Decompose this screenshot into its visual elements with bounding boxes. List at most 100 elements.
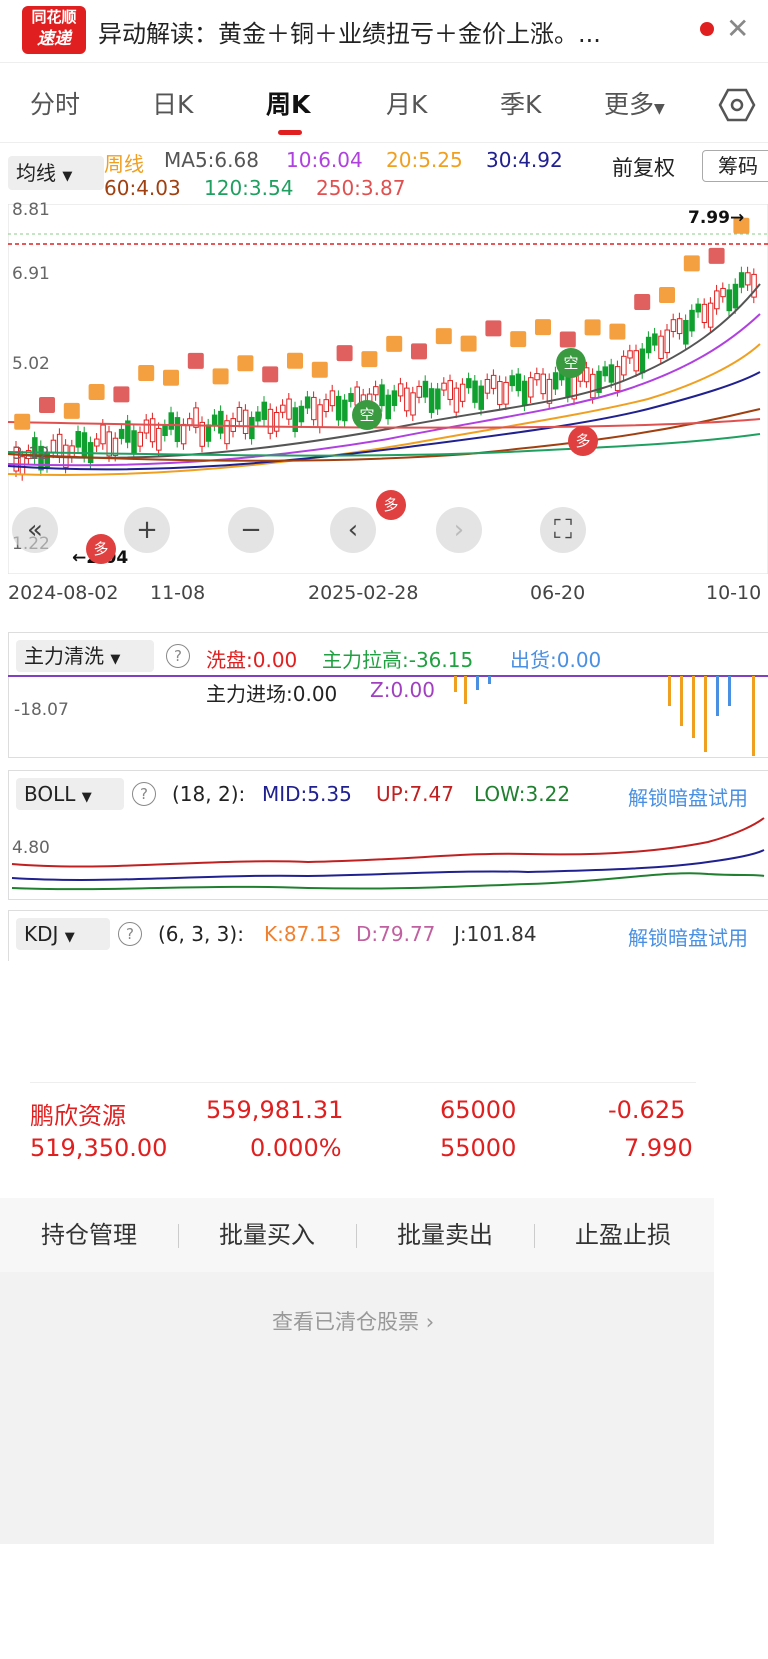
zoom-in-button[interactable]: + (124, 507, 170, 553)
notice-title[interactable]: 异动解读：黄金＋铜＋业绩扭亏＋金价上涨。... (98, 14, 601, 49)
batch-sell-button[interactable]: 批量卖出 (356, 1198, 534, 1272)
signal-tag (708, 247, 725, 264)
help-icon[interactable]: ? (132, 782, 156, 806)
tab-monthly-k[interactable]: 月K (386, 68, 427, 142)
manage-holdings-button[interactable]: 持仓管理 (0, 1198, 178, 1272)
candle (714, 290, 720, 310)
candle (583, 367, 590, 383)
help-icon[interactable]: ? (118, 922, 142, 946)
signal-tag (609, 323, 626, 340)
signal-tag (460, 335, 477, 352)
signal-tag (411, 343, 427, 360)
kline-chart[interactable]: 8.81 6.91 5.02 3.12 1.22 7.99→ ←2.04 多 多… (8, 200, 768, 574)
candle (552, 372, 559, 390)
candle (311, 396, 317, 421)
forward-adjust-toggle[interactable]: 前复权 (612, 152, 675, 182)
kdj-selector[interactable]: KDJ ▼ (16, 918, 110, 950)
market-value: 559,981.31 (206, 1096, 344, 1124)
batch-buy-button[interactable]: 批量买入 (178, 1198, 356, 1272)
unread-dot-icon (700, 22, 714, 36)
period-tabs: 分时 日K 周K 月K 季K 更多▼ (0, 68, 768, 143)
scroll-left-fast-button[interactable]: « (12, 507, 58, 553)
caret-down-icon: ▼ (654, 101, 665, 117)
candle (695, 303, 701, 313)
chip-distribution-button[interactable]: 筹码 (702, 150, 768, 182)
y-axis-label: 5.02 (12, 354, 50, 374)
candle (726, 289, 732, 312)
settings-hexagon-icon[interactable] (718, 86, 756, 124)
unlock-trial-link[interactable]: 解锁暗盘试用 (628, 782, 748, 811)
signal-tag (88, 384, 105, 401)
signal-tag (138, 365, 155, 382)
candle (652, 333, 658, 346)
candle (490, 374, 497, 389)
scroll-left-button[interactable]: ‹ (330, 507, 376, 553)
help-icon[interactable]: ? (166, 644, 190, 668)
candle (286, 398, 292, 420)
ma-value: 250:3.87 (316, 176, 406, 200)
tab-quarterly-k[interactable]: 季K (500, 68, 541, 142)
pull-value: 主力拉高:-36.15 (322, 648, 474, 672)
kdj-params: (6, 3, 3): (158, 922, 244, 946)
holding-qty: 65000 (440, 1096, 517, 1124)
signal-tag (237, 355, 254, 372)
candle (385, 394, 391, 420)
candle (707, 302, 714, 328)
candle (323, 399, 329, 413)
tonghuashun-logo: 同花顺 速递 (22, 6, 86, 54)
signal-tag (63, 402, 80, 419)
candle (614, 366, 621, 392)
candle (397, 383, 404, 397)
tab-intraday[interactable]: 分时 (30, 68, 80, 142)
main-force-selector[interactable]: 主力清洗 ▼ (16, 640, 154, 672)
ma-value: 30:4.92 (486, 148, 563, 172)
tab-more[interactable]: 更多▼ (604, 68, 665, 142)
candle (509, 375, 515, 387)
fullscreen-button[interactable]: ⛶ (540, 507, 586, 553)
candle (404, 387, 410, 412)
news-notification-bar[interactable]: 同花顺 速递 异动解读：黄金＋铜＋业绩扭亏＋金价上涨。... ✕ (0, 0, 768, 63)
unlock-trial-link[interactable]: 解锁暗盘试用 (628, 922, 748, 951)
scroll-right-button[interactable]: › (436, 507, 482, 553)
candle (230, 418, 236, 432)
candle (137, 431, 143, 447)
candle (472, 380, 478, 403)
ma-selector[interactable]: 均线 ▼ (8, 156, 104, 190)
candle (701, 303, 708, 323)
candle (441, 382, 447, 391)
candle (720, 287, 726, 298)
zoom-out-button[interactable]: − (228, 507, 274, 553)
caret-down-icon: ▼ (110, 652, 121, 667)
signal-tag (14, 413, 31, 430)
date-label: 2024-08-02 (8, 582, 119, 604)
stock-name[interactable]: 鹏欣资源 (30, 1096, 126, 1131)
signal-tag (435, 328, 452, 345)
take-profit-stop-loss-button[interactable]: 止盈止损 (534, 1198, 712, 1272)
candle (422, 380, 429, 398)
date-label: 11-08 (150, 582, 206, 604)
candle (689, 309, 695, 332)
candle (224, 420, 230, 445)
buy-marker: 多 (86, 534, 116, 564)
ship-value: 出货:0.00 (510, 648, 602, 672)
candle (100, 424, 106, 445)
high-price-label: 7.99→ (688, 208, 745, 228)
signal-tag (287, 352, 303, 369)
date-label: 2025-02-28 (308, 582, 419, 604)
boll-selector[interactable]: BOLL ▼ (16, 778, 124, 810)
profit-ratio: 0.000% (250, 1134, 342, 1162)
view-cleared-stocks-link[interactable]: 查看已清仓股票 › (272, 1306, 434, 1336)
active-tab-indicator (278, 130, 302, 135)
candle (156, 427, 162, 451)
candle (342, 399, 348, 422)
close-icon[interactable]: ✕ (726, 12, 749, 45)
signal-tag (336, 345, 353, 362)
candle (503, 381, 509, 405)
candle (540, 373, 546, 395)
kdj-d: D:79.77 (356, 922, 436, 946)
tab-daily-k[interactable]: 日K (152, 68, 193, 142)
caret-down-icon: ▼ (81, 790, 92, 805)
main-force-selector-label: 主力清洗 (24, 644, 104, 668)
boll-lines (11, 817, 765, 891)
signal-tag (485, 320, 502, 337)
